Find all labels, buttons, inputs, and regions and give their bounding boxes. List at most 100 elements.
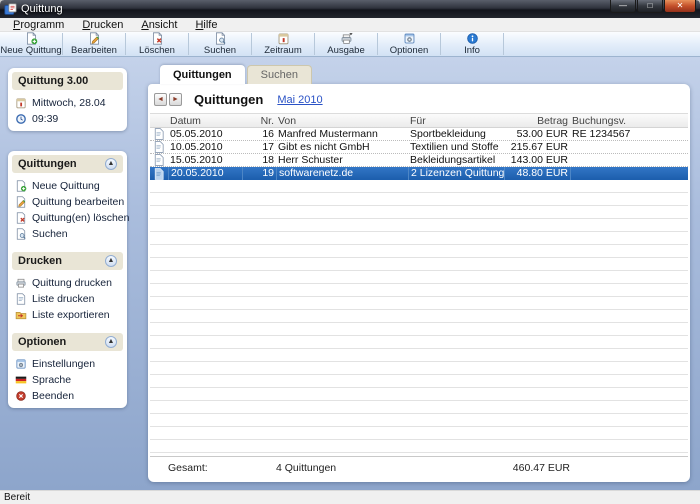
menu-drucken[interactable]: Drucken xyxy=(73,18,132,32)
sidebar-item-label: Quittung bearbeiten xyxy=(32,196,124,208)
section-title: Drucken xyxy=(18,255,62,267)
app-icon xyxy=(4,3,17,16)
sidebar-item-neue-quittung[interactable]: Neue Quittung xyxy=(12,178,123,194)
sidebar-item-einstellungen[interactable]: Einstellungen xyxy=(12,356,123,372)
sidebar-item-sprache[interactable]: Sprache xyxy=(12,372,123,388)
collapse-button[interactable]: ▲ xyxy=(105,336,117,348)
clock-icon xyxy=(15,113,27,125)
chevron-right-icon: ► xyxy=(172,96,179,103)
collapse-button[interactable]: ▲ xyxy=(105,158,117,170)
toolbar-new-receipt-button[interactable]: Neue Quittung xyxy=(0,32,62,56)
main-content: Quittungen Suchen ◄ ► Quittungen Mai 201… xyxy=(148,62,690,482)
quit-icon xyxy=(15,390,27,402)
toolbar-label: Zeitraum xyxy=(264,45,301,56)
toolbar-ausgabe-button[interactable]: Ausgabe xyxy=(315,32,377,56)
toolbar-label: Optionen xyxy=(390,45,429,56)
period-link[interactable]: Mai 2010 xyxy=(277,94,322,106)
sidebar-item-suchen[interactable]: Suchen xyxy=(12,226,123,242)
sidebar-item-label: Quittung drucken xyxy=(32,277,112,289)
sidebar-item-label: Neue Quittung xyxy=(32,180,100,192)
col-von[interactable]: Von xyxy=(276,115,408,127)
summary-total: 460.47 EUR xyxy=(504,462,570,474)
toolbar-delete-button[interactable]: Löschen xyxy=(126,32,188,56)
col-nr[interactable]: Nr. xyxy=(242,115,276,127)
summary-count: 4 Quittungen xyxy=(276,462,408,474)
tab-suchen[interactable]: Suchen xyxy=(247,65,312,84)
menubar: Programm Drucken Ansicht Hilfe xyxy=(0,18,700,32)
time-row: 09:39 xyxy=(12,111,123,127)
maximize-button[interactable]: □ xyxy=(637,0,663,13)
delete-icon xyxy=(15,212,27,224)
sidebar-item-label: Liste drucken xyxy=(32,293,94,305)
document-icon xyxy=(154,168,164,180)
toolbar-zeitraum-button[interactable]: Zeitraum xyxy=(252,32,314,56)
toolbar-label: Info xyxy=(464,45,480,56)
toolbar-label: Bearbeiten xyxy=(71,45,117,56)
sidebar-item-quittung-drucken[interactable]: Quittung drucken xyxy=(12,275,123,291)
german-flag-icon xyxy=(15,374,27,386)
next-month-button[interactable]: ► xyxy=(169,93,182,106)
document-icon xyxy=(154,128,164,140)
menu-hilfe[interactable]: Hilfe xyxy=(186,18,226,32)
section-header: Drucken ▲ xyxy=(12,252,123,270)
sidebar-item-quittungen-loeschen[interactable]: Quittung(en) löschen xyxy=(12,210,123,226)
edit-icon xyxy=(15,196,27,208)
table-row[interactable]: 15.05.2010 18 Herr Schuster Bekleidungsa… xyxy=(150,154,688,167)
col-fuer[interactable]: Für xyxy=(408,115,504,127)
prev-month-button[interactable]: ◄ xyxy=(154,93,167,106)
sidebar-item-beenden[interactable]: Beenden xyxy=(12,388,123,404)
menu-programm[interactable]: Programm xyxy=(4,18,73,32)
section-header: Quittungen ▲ xyxy=(12,155,123,173)
edit-icon xyxy=(88,32,101,45)
toolbar-label: Ausgabe xyxy=(327,45,365,56)
current-date: Mittwoch, 28.04 xyxy=(32,97,106,109)
panel-header: ◄ ► Quittungen Mai 2010 xyxy=(148,84,690,111)
new-receipt-icon xyxy=(15,180,27,192)
page-title: Quittungen xyxy=(194,92,263,107)
table-row[interactable]: 10.05.2010 17 Gibt es nicht GmbH Textili… xyxy=(150,141,688,154)
sidebar-nav-box: Quittungen ▲ Neue Quittung xyxy=(8,151,127,408)
sidebar-item-liste-drucken[interactable]: Liste drucken xyxy=(12,291,123,307)
section-title: Quittungen xyxy=(18,158,77,170)
sidebar-item-label: Suchen xyxy=(32,228,68,240)
app-version-label: Quittung 3.00 xyxy=(18,75,88,87)
sidebar-item-liste-exportieren[interactable]: Liste exportieren xyxy=(12,307,123,323)
chevron-left-icon: ◄ xyxy=(157,96,164,103)
col-datum[interactable]: Datum xyxy=(168,115,242,127)
table-row[interactable]: 05.05.2010 16 Manfred Mustermann Sportbe… xyxy=(150,128,688,141)
toolbar-label: Suchen xyxy=(204,45,236,56)
tab-quittungen[interactable]: Quittungen xyxy=(160,65,245,84)
document-icon xyxy=(154,141,164,153)
section-quittungen: Quittungen ▲ Neue Quittung xyxy=(12,155,123,242)
toolbar-label: Neue Quittung xyxy=(0,45,61,56)
date-row: Mittwoch, 28.04 xyxy=(12,95,123,111)
sidebar-item-label: Liste exportieren xyxy=(32,309,110,321)
sidebar-item-label: Quittung(en) löschen xyxy=(32,212,129,224)
sidebar-item-quittung-bearbeiten[interactable]: Quittung bearbeiten xyxy=(12,194,123,210)
section-header: Optionen ▲ xyxy=(12,333,123,351)
minimize-button[interactable]: — xyxy=(610,0,636,13)
toolbar-info-button[interactable]: Info xyxy=(441,32,503,56)
search-icon xyxy=(214,32,227,45)
close-button[interactable]: ✕ xyxy=(664,0,696,13)
toolbar-search-button[interactable]: Suchen xyxy=(189,32,251,56)
col-betrag[interactable]: Betrag xyxy=(504,115,570,127)
toolbar-edit-button[interactable]: Bearbeiten xyxy=(63,32,125,56)
menu-ansicht[interactable]: Ansicht xyxy=(132,18,186,32)
summary-row: Gesamt: 4 Quittungen 460.47 EUR xyxy=(150,456,688,482)
printer-icon xyxy=(15,277,27,289)
app-info-box: Quittung 3.00 Mittwoch, 28.04 09:39 xyxy=(8,68,127,131)
document-icon xyxy=(154,154,164,166)
col-buchungsv[interactable]: Buchungsv. xyxy=(570,115,688,127)
toolbar-optionen-button[interactable]: Optionen xyxy=(378,32,440,56)
options-icon xyxy=(403,32,416,45)
titlebar: Quittung — □ ✕ xyxy=(0,0,700,18)
calendar-date-icon xyxy=(15,97,27,109)
receipts-panel: ◄ ► Quittungen Mai 2010 Datum Nr. Von Fü… xyxy=(148,84,690,482)
collapse-button[interactable]: ▲ xyxy=(105,255,117,267)
statusbar: Bereit xyxy=(0,490,700,504)
table-row-selected[interactable]: 20.05.2010 19 softwarenetz.de 2 Lizenzen… xyxy=(150,167,688,180)
sidebar-item-label: Sprache xyxy=(32,374,71,386)
export-folder-icon xyxy=(15,309,27,321)
new-receipt-icon xyxy=(25,32,38,45)
